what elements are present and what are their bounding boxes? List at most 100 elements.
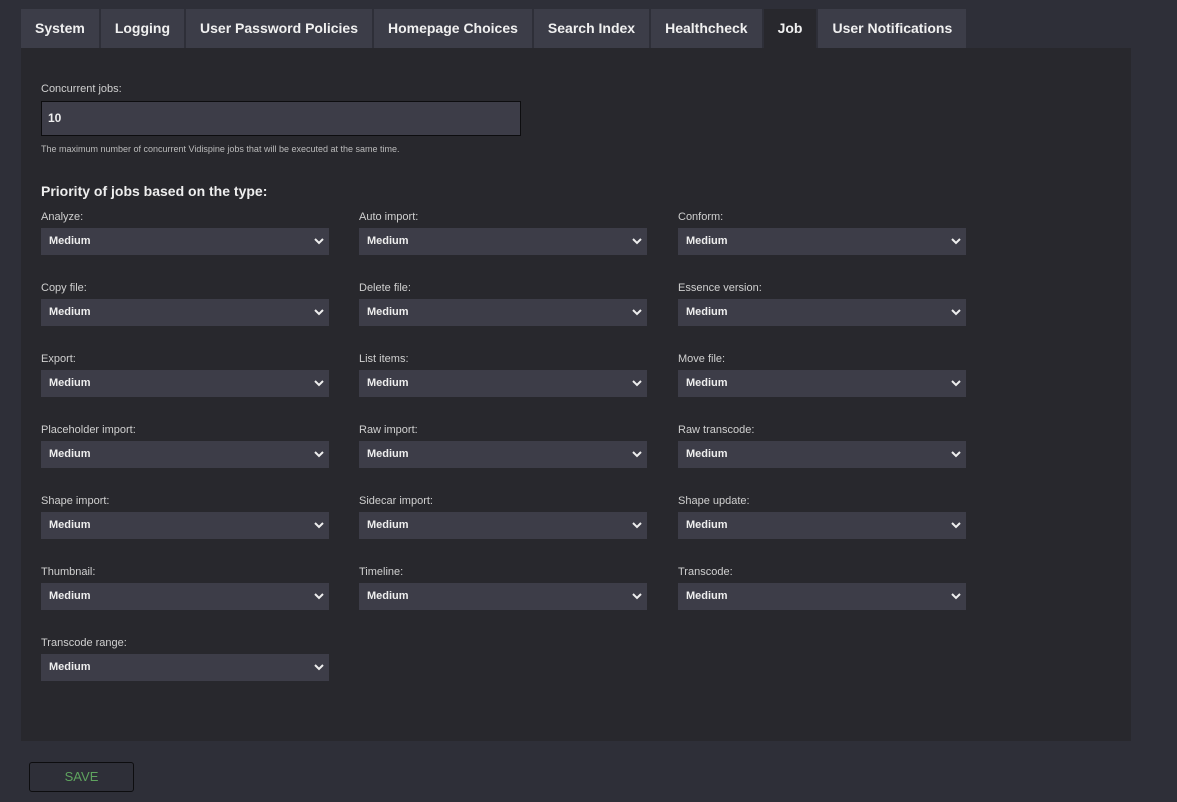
chevron-down-icon xyxy=(313,228,325,265)
priority-select[interactable]: Medium xyxy=(678,583,966,610)
priority-value: Medium xyxy=(367,377,409,389)
priority-select[interactable]: Medium xyxy=(678,512,966,539)
priority-value: Medium xyxy=(49,306,91,318)
priority-field: Placeholder import: Medium xyxy=(41,424,329,468)
priority-value: Medium xyxy=(367,519,409,531)
priority-field: Analyze: Medium xyxy=(41,211,329,255)
priority-value: Medium xyxy=(367,590,409,602)
priority-label: Timeline: xyxy=(359,566,404,578)
priority-label: Thumbnail: xyxy=(41,566,96,578)
chevron-down-icon xyxy=(950,583,962,620)
tab-bar: System Logging User Password Policies Homep… xyxy=(21,9,968,48)
priority-field: Copy file: Medium xyxy=(41,282,329,326)
chevron-down-icon xyxy=(950,512,962,549)
priority-field: Conform: Medium xyxy=(678,211,966,255)
tab-user-notifications[interactable]: User Notifications xyxy=(818,9,967,48)
chevron-down-icon xyxy=(950,299,962,336)
chevron-down-icon xyxy=(313,583,325,620)
tab-healthcheck[interactable]: Healthcheck xyxy=(651,9,762,48)
tab-system[interactable]: System xyxy=(21,9,99,48)
chevron-down-icon xyxy=(950,228,962,265)
priority-value: Medium xyxy=(49,519,91,531)
concurrent-jobs-help: The maximum number of concurrent Vidispi… xyxy=(41,144,400,154)
chevron-down-icon xyxy=(631,512,643,549)
priority-field: Raw transcode: Medium xyxy=(678,424,966,468)
priority-field: Transcode: Medium xyxy=(678,566,966,610)
chevron-down-icon xyxy=(631,299,643,336)
priority-value: Medium xyxy=(367,448,409,460)
tab-logging[interactable]: Logging xyxy=(100,9,185,48)
priority-select[interactable]: Medium xyxy=(359,370,647,397)
priority-label: Move file: xyxy=(678,353,726,365)
priority-select[interactable]: Medium xyxy=(359,441,647,468)
chevron-down-icon xyxy=(313,654,325,691)
priority-label: Shape import: xyxy=(41,495,110,507)
priority-label: Transcode range: xyxy=(41,637,127,649)
priority-value: Medium xyxy=(686,306,728,318)
priority-value: Medium xyxy=(49,235,91,247)
tab-job[interactable]: Job xyxy=(763,9,817,48)
priority-value: Medium xyxy=(367,306,409,318)
chevron-down-icon xyxy=(631,370,643,407)
priority-label: Auto import: xyxy=(359,211,419,223)
priority-select[interactable]: Medium xyxy=(678,299,966,326)
priority-field: Shape update: Medium xyxy=(678,495,966,539)
priority-field: List items: Medium xyxy=(359,353,647,397)
priority-field: Thumbnail: Medium xyxy=(41,566,329,610)
priority-select[interactable]: Medium xyxy=(359,512,647,539)
chevron-down-icon xyxy=(313,512,325,549)
priority-field: Essence version: Medium xyxy=(678,282,966,326)
priority-field: Shape import: Medium xyxy=(41,495,329,539)
priority-field: Move file: Medium xyxy=(678,353,966,397)
priority-select[interactable]: Medium xyxy=(41,441,329,468)
concurrent-jobs-label: Concurrent jobs: xyxy=(41,83,122,95)
priority-select[interactable]: Medium xyxy=(359,299,647,326)
priority-field: Sidecar import: Medium xyxy=(359,495,647,539)
priority-value: Medium xyxy=(367,235,409,247)
priority-label: Essence version: xyxy=(678,282,762,294)
priority-label: Conform: xyxy=(678,211,724,223)
tab-search-index[interactable]: Search Index xyxy=(533,9,650,48)
priority-field: Delete file: Medium xyxy=(359,282,647,326)
priority-label: Delete file: xyxy=(359,282,411,294)
priority-select[interactable]: Medium xyxy=(678,441,966,468)
priority-value: Medium xyxy=(49,590,91,602)
priority-select[interactable]: Medium xyxy=(41,583,329,610)
chevron-down-icon xyxy=(313,441,325,478)
tab-homepage-choices[interactable]: Homepage Choices xyxy=(373,9,532,48)
concurrent-jobs-input[interactable]: 10 xyxy=(41,101,521,136)
priority-value: Medium xyxy=(49,448,91,460)
chevron-down-icon xyxy=(631,583,643,620)
priority-field: Raw import: Medium xyxy=(359,424,647,468)
tab-user-password-policies[interactable]: User Password Policies xyxy=(186,9,372,48)
priority-heading: Priority of jobs based on the type: xyxy=(41,183,268,199)
priority-label: Transcode: xyxy=(678,566,733,578)
priority-select[interactable]: Medium xyxy=(41,512,329,539)
priority-label: Analyze: xyxy=(41,211,84,223)
save-button[interactable]: SAVE xyxy=(29,762,134,792)
priority-select[interactable]: Medium xyxy=(41,228,329,255)
chevron-down-icon xyxy=(631,441,643,478)
priority-value: Medium xyxy=(686,377,728,389)
priority-value: Medium xyxy=(686,519,728,531)
priority-label: Raw transcode: xyxy=(678,424,755,436)
priority-select[interactable]: Medium xyxy=(41,370,329,397)
priority-select[interactable]: Medium xyxy=(678,228,966,255)
priority-select[interactable]: Medium xyxy=(359,228,647,255)
priority-field: Transcode range: Medium xyxy=(41,637,329,681)
priority-value: Medium xyxy=(686,448,728,460)
priority-select[interactable]: Medium xyxy=(678,370,966,397)
priority-value: Medium xyxy=(686,235,728,247)
priority-value: Medium xyxy=(49,661,91,673)
chevron-down-icon xyxy=(950,441,962,478)
chevron-down-icon xyxy=(631,228,643,265)
priority-label: Placeholder import: xyxy=(41,424,136,436)
priority-select[interactable]: Medium xyxy=(41,654,329,681)
priority-value: Medium xyxy=(49,377,91,389)
priority-field: Auto import: Medium xyxy=(359,211,647,255)
priority-field: Export: Medium xyxy=(41,353,329,397)
priority-select[interactable]: Medium xyxy=(359,583,647,610)
priority-label: Sidecar import: xyxy=(359,495,433,507)
priority-label: Shape update: xyxy=(678,495,750,507)
priority-select[interactable]: Medium xyxy=(41,299,329,326)
